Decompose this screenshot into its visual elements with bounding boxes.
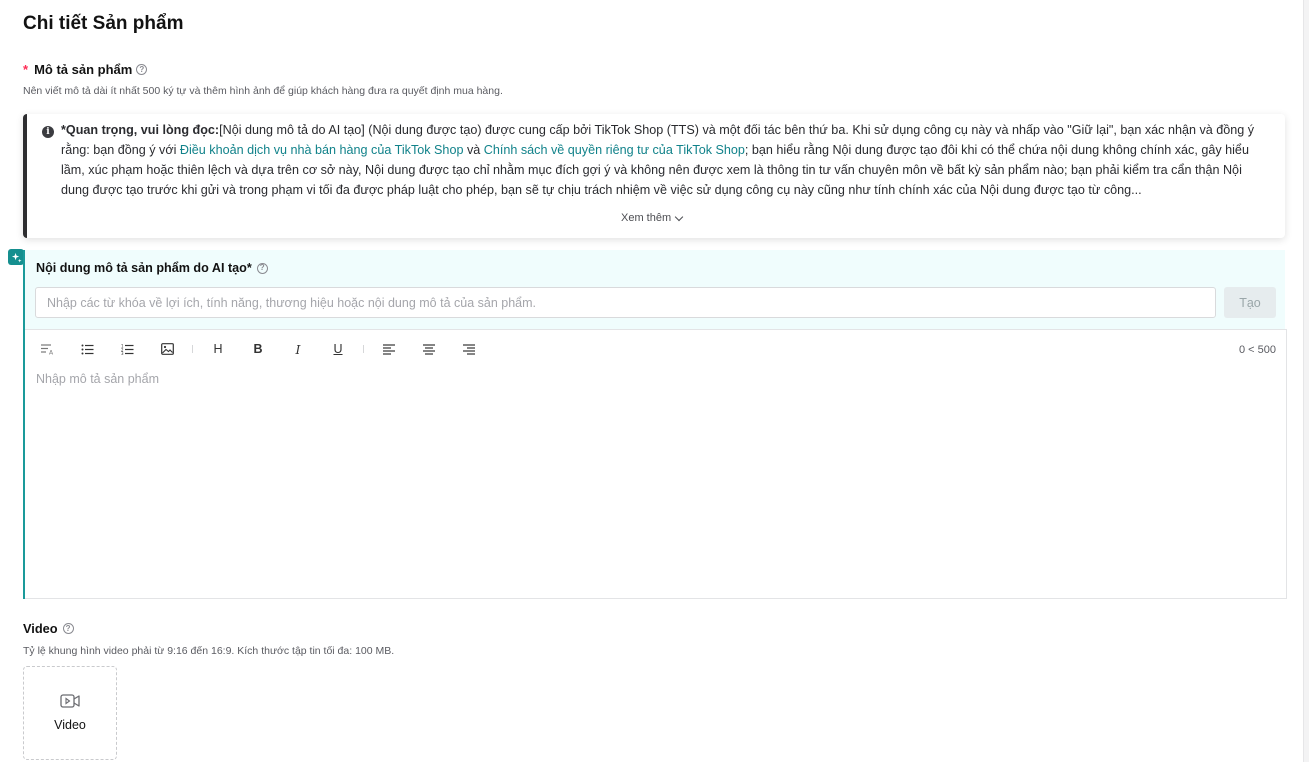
svg-text:3: 3 — [121, 351, 124, 355]
video-camera-icon — [60, 694, 80, 708]
toolbar-divider — [363, 345, 364, 353]
bullet-list-icon[interactable] — [77, 340, 97, 358]
character-counter: 0 < 500 — [1238, 344, 1276, 356]
numbered-list-icon[interactable]: 123 — [117, 340, 137, 358]
description-hint: Nên viết mô tả dài ít nhất 500 ký tự và … — [23, 85, 503, 97]
notice-bold-prefix: *Quan trọng, vui lòng đọc: — [61, 123, 220, 137]
help-icon[interactable]: ? — [62, 623, 74, 634]
rich-text-editor: A 123 H B I U 0 < 500 Nhập mô tả sản phẩ… — [25, 329, 1287, 599]
insert-image-icon[interactable] — [157, 340, 177, 358]
page-title: Chi tiết Sản phẩm — [23, 13, 184, 34]
underline-icon[interactable]: U — [328, 340, 348, 358]
help-icon[interactable]: ? — [136, 64, 148, 75]
privacy-policy-link[interactable]: Chính sách về quyền riêng tư của TikTok … — [484, 143, 745, 157]
video-upload-label: Video — [54, 718, 86, 732]
ai-description-label-text: Nội dung mô tả sản phẩm do AI tạo* — [36, 261, 252, 275]
video-hint: Tỷ lệ khung hình video phải từ 9:16 đến … — [23, 645, 395, 657]
ai-keywords-input[interactable] — [35, 287, 1216, 318]
italic-icon[interactable]: I — [288, 340, 308, 358]
svg-text:A: A — [49, 350, 54, 356]
align-center-icon[interactable] — [419, 340, 439, 358]
bold-icon[interactable]: B — [248, 340, 268, 358]
see-more-button[interactable]: Xem thêm — [621, 212, 684, 224]
video-upload-button[interactable]: Video — [23, 666, 117, 760]
generate-button[interactable]: Tạo — [1224, 287, 1276, 318]
chevron-down-icon — [674, 212, 684, 221]
ai-disclaimer-notice: i *Quan trọng, vui lòng đọc:[Nội dung mô… — [23, 114, 1285, 238]
description-label: * Mô tả sản phẩm ? — [23, 62, 148, 77]
notice-text-2: và — [463, 143, 484, 157]
help-icon[interactable]: ? — [256, 262, 268, 274]
video-label: Video ? — [23, 621, 74, 636]
clear-format-icon[interactable]: A — [37, 340, 57, 358]
toolbar-divider — [192, 345, 193, 353]
heading-icon[interactable]: H — [208, 340, 228, 358]
page-scrollbar[interactable] — [1303, 0, 1309, 762]
required-mark: * — [23, 62, 29, 77]
see-more-label: Xem thêm — [621, 212, 672, 224]
ai-description-label: Nội dung mô tả sản phẩm do AI tạo* ? — [36, 261, 268, 275]
editor-content-area[interactable]: Nhập mô tả sản phẩm — [36, 372, 159, 386]
ai-description-section: Nội dung mô tả sản phẩm do AI tạo* ? Tạo… — [23, 250, 1287, 599]
seller-terms-link[interactable]: Điều khoản dịch vụ nhà bán hàng của TikT… — [180, 143, 464, 157]
align-right-icon[interactable] — [459, 340, 479, 358]
description-label-text: Mô tả sản phẩm — [34, 62, 133, 77]
ai-sparkle-icon — [8, 249, 24, 265]
info-icon: i — [42, 126, 54, 138]
notice-text: *Quan trọng, vui lòng đọc:[Nội dung mô t… — [61, 120, 1261, 200]
align-left-icon[interactable] — [379, 340, 399, 358]
video-label-text: Video — [23, 621, 58, 636]
editor-toolbar: A 123 H B I U — [37, 340, 499, 358]
